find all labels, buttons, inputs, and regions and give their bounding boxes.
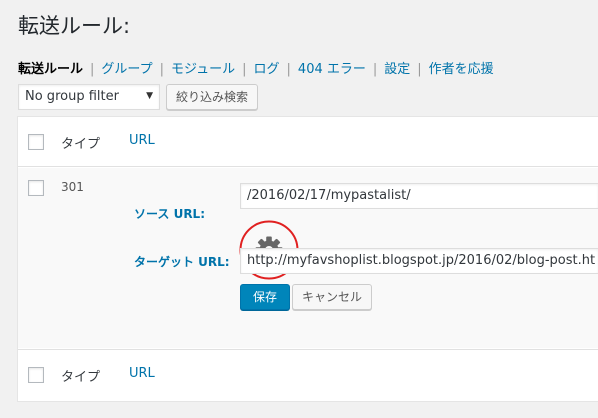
subnav-item-settings[interactable]: 設定 [384,62,410,77]
column-url-footer[interactable]: URL [129,366,155,381]
redirect-code: 301 [61,180,84,194]
group-filter-value: No group filter [25,89,119,104]
subnav-separator: | [286,62,291,77]
row-checkbox[interactable] [28,180,44,196]
save-button[interactable]: 保存 [240,284,291,310]
subnav-item-redirects[interactable]: 転送ルール [18,62,83,77]
target-url-label: ターゲット URL: [134,255,230,269]
table-row: 301 ソース URL: /2016/02/17/mypastalist/ ター… [18,168,598,348]
subnav-item-modules[interactable]: モジュール [171,62,235,77]
subnav-separator: | [90,62,95,77]
group-filter-select[interactable]: No group filter ▼ [18,84,160,110]
subnav-separator: | [242,62,247,77]
source-url-field[interactable]: /2016/02/17/mypastalist/ [240,183,598,209]
chevron-down-icon: ▼ [146,91,153,101]
column-type: タイプ [61,137,101,152]
subnav-item-log[interactable]: ログ [254,62,280,77]
cancel-button[interactable]: キャンセル [292,284,373,310]
subnav-separator: | [372,62,378,77]
select-all-checkbox-footer[interactable] [28,367,44,383]
subnav-item-404-errors[interactable]: 404 エラー [298,62,366,77]
subnav-separator: | [159,62,165,77]
source-url-label: ソース URL: [134,207,206,221]
select-all-checkbox[interactable] [28,134,44,150]
table-header: タイプ URL [18,117,598,167]
subnav-item-support[interactable]: 作者を応援 [429,62,494,77]
column-url[interactable]: URL [129,133,155,148]
table-footer: タイプ URL [18,349,598,399]
column-type-footer: タイプ [61,370,101,385]
subnav: 転送ルール | グループ | モジュール | ログ | 404 エラー | 設定 | 作者を応援 [18,58,494,77]
subnav-item-groups[interactable]: グループ [101,62,152,77]
redirects-table: タイプ URL 301 ソース URL: /2016/02/17/mypasta… [17,116,598,402]
page-title: 転送ルール: [18,14,131,38]
filter-button[interactable]: 絞り込み検索 [166,84,259,110]
subnav-separator: | [417,62,422,77]
target-url-field[interactable]: http://myfavshoplist.blogspot.jp/2016/02… [240,248,598,274]
